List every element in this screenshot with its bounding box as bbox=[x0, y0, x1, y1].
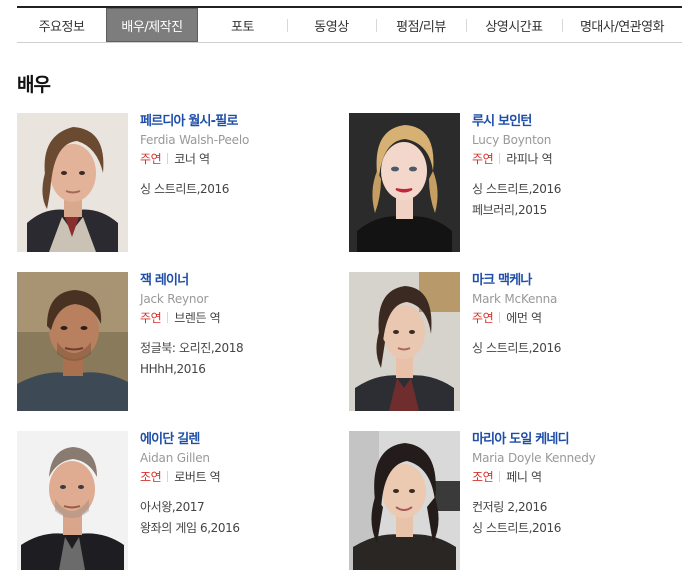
tab-bar: 주요정보 배우/제작진 포토 동영상 평점/리뷰 상영시간표 명대사/연관영화 bbox=[17, 6, 682, 43]
divider bbox=[167, 153, 169, 164]
actor-role-line: 주연 에먼 역 bbox=[472, 309, 672, 327]
actor-name-en: Ferdia Walsh-Peelo bbox=[140, 133, 250, 147]
divider bbox=[499, 153, 501, 164]
character-name: 에먼 역 bbox=[506, 311, 542, 325]
filmography: 정글북: 오리진,2018 HHhH,2016 bbox=[140, 338, 340, 380]
actor-name-en: Jack Reynor bbox=[140, 292, 209, 306]
actor-role-line: 주연 코너 역 bbox=[140, 150, 340, 168]
filmography-item[interactable]: 정글북: 오리진,2018 bbox=[140, 338, 340, 359]
divider bbox=[167, 312, 169, 323]
role-badge: 주연 bbox=[472, 311, 494, 325]
filmography: 싱 스트리트,2016 페브러리,2015 bbox=[472, 179, 672, 221]
actor-name[interactable]: 마크 맥케나 bbox=[472, 272, 672, 289]
actor-name[interactable]: 에이단 길렌 bbox=[140, 431, 340, 448]
actor-name-en: Aidan Gillen bbox=[140, 451, 210, 465]
role-badge: 조연 bbox=[140, 470, 162, 484]
actor-role-line: 조연 로버트 역 bbox=[140, 468, 340, 486]
actor-name-en: Lucy Boynton bbox=[472, 133, 552, 147]
tab-showtimes[interactable]: 상영시간표 bbox=[466, 8, 562, 42]
filmography: 컨저링 2,2016 싱 스트리트,2016 bbox=[472, 497, 672, 539]
tab-main-info[interactable]: 주요정보 bbox=[17, 8, 106, 42]
actor-photo[interactable] bbox=[349, 431, 460, 570]
role-badge: 조연 bbox=[472, 470, 494, 484]
section-title-actors: 배우 bbox=[17, 74, 51, 96]
actor-card: 잭 레이너 Jack Reynor 주연 브렌든 역 정글북: 오리진,2018 … bbox=[17, 272, 337, 412]
filmography-item[interactable]: 페브러리,2015 bbox=[472, 200, 672, 221]
actor-card: 에이단 길렌 Aidan Gillen 조연 로버트 역 아서왕,2017 왕좌의… bbox=[17, 431, 337, 571]
filmography-item[interactable]: 싱 스트리트,2016 bbox=[140, 179, 340, 200]
actor-card: 페르디아 월시-필로 Ferdia Walsh-Peelo 주연 코너 역 싱 스… bbox=[17, 113, 337, 253]
filmography-item[interactable]: 싱 스트리트,2016 bbox=[472, 179, 672, 200]
role-badge: 주연 bbox=[140, 311, 162, 325]
filmography-item[interactable]: 싱 스트리트,2016 bbox=[472, 338, 672, 359]
tab-cast-crew[interactable]: 배우/제작진 bbox=[106, 8, 198, 42]
filmography-item[interactable]: HHhH,2016 bbox=[140, 359, 340, 380]
tab-video[interactable]: 동영상 bbox=[287, 8, 376, 42]
character-name: 페니 역 bbox=[506, 470, 542, 484]
divider bbox=[499, 471, 501, 482]
actor-photo[interactable] bbox=[17, 272, 128, 411]
divider bbox=[499, 312, 501, 323]
character-name: 라피나 역 bbox=[506, 152, 553, 166]
role-badge: 주연 bbox=[140, 152, 162, 166]
actor-photo[interactable] bbox=[17, 431, 128, 570]
actor-photo[interactable] bbox=[349, 272, 460, 411]
actor-name[interactable]: 잭 레이너 bbox=[140, 272, 340, 289]
actor-photo[interactable] bbox=[349, 113, 460, 252]
actor-name-en: Maria Doyle Kennedy bbox=[472, 451, 596, 465]
filmography-item[interactable]: 아서왕,2017 bbox=[140, 497, 340, 518]
filmography: 아서왕,2017 왕좌의 게임 6,2016 bbox=[140, 497, 340, 539]
divider bbox=[167, 471, 169, 482]
actor-name[interactable]: 루시 보인턴 bbox=[472, 113, 672, 130]
tab-quotes-related[interactable]: 명대사/연관영화 bbox=[562, 8, 682, 42]
filmography-item[interactable]: 싱 스트리트,2016 bbox=[472, 518, 672, 539]
actor-card: 마리아 도일 케네디 Maria Doyle Kennedy 조연 페니 역 컨저… bbox=[349, 431, 669, 571]
filmography-item[interactable]: 컨저링 2,2016 bbox=[472, 497, 672, 518]
role-badge: 주연 bbox=[472, 152, 494, 166]
tab-rating-review[interactable]: 평점/리뷰 bbox=[376, 8, 466, 42]
actor-photo[interactable] bbox=[17, 113, 128, 252]
actor-card: 루시 보인턴 Lucy Boynton 주연 라피나 역 싱 스트리트,2016 … bbox=[349, 113, 669, 253]
tab-photo[interactable]: 포토 bbox=[198, 8, 287, 42]
character-name: 코너 역 bbox=[174, 152, 210, 166]
filmography: 싱 스트리트,2016 bbox=[140, 179, 340, 200]
actor-name[interactable]: 페르디아 월시-필로 bbox=[140, 113, 340, 130]
actor-name[interactable]: 마리아 도일 케네디 bbox=[472, 431, 672, 448]
filmography-item[interactable]: 왕좌의 게임 6,2016 bbox=[140, 518, 340, 539]
actor-card: 마크 맥케나 Mark McKenna 주연 에먼 역 싱 스트리트,2016 bbox=[349, 272, 669, 412]
actor-role-line: 주연 브렌든 역 bbox=[140, 309, 340, 327]
actor-role-line: 조연 페니 역 bbox=[472, 468, 672, 486]
character-name: 로버트 역 bbox=[174, 470, 221, 484]
character-name: 브렌든 역 bbox=[174, 311, 221, 325]
actor-role-line: 주연 라피나 역 bbox=[472, 150, 672, 168]
actor-name-en: Mark McKenna bbox=[472, 292, 558, 306]
filmography: 싱 스트리트,2016 bbox=[472, 338, 672, 359]
